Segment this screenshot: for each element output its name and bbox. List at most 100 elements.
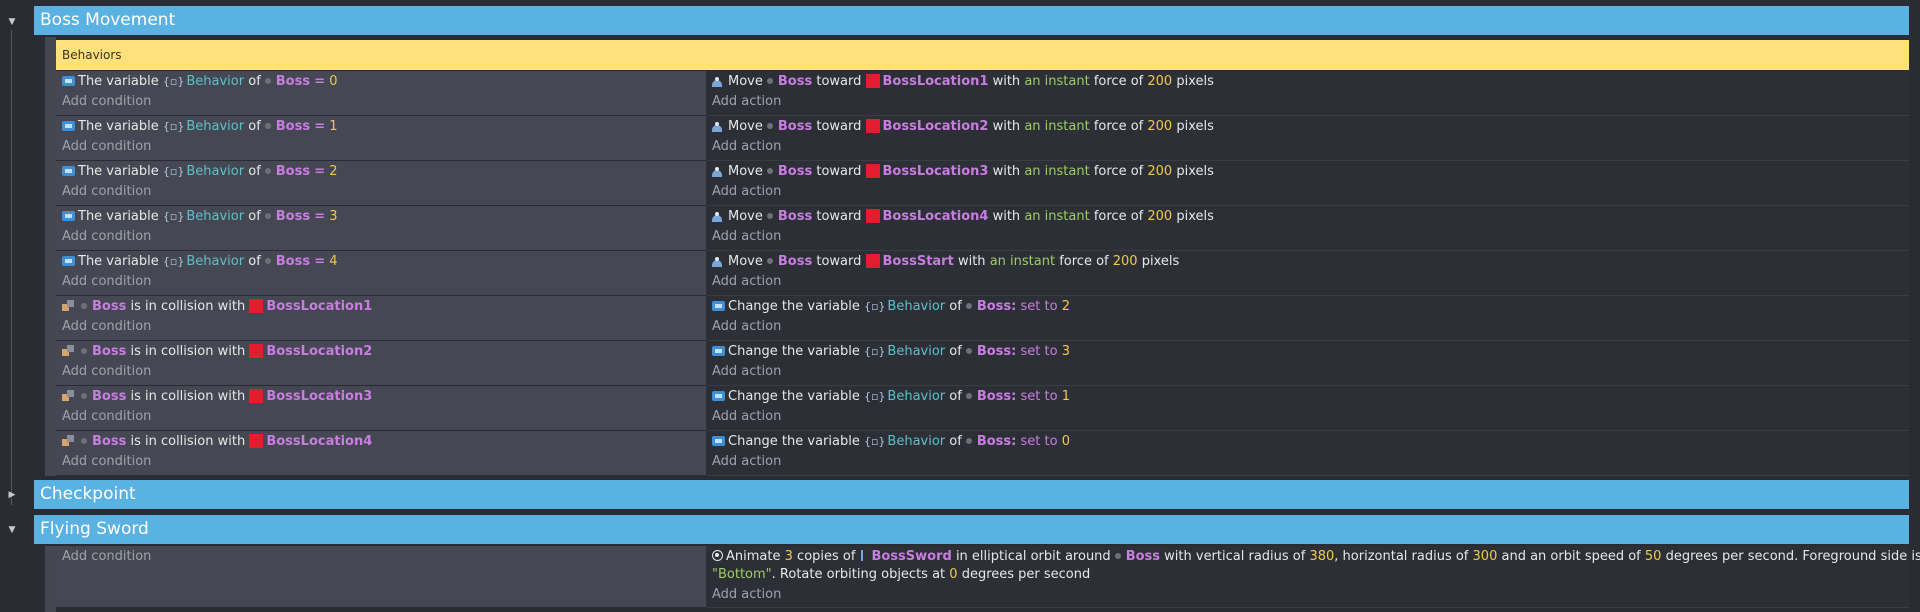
condition-column[interactable]: The variable {▫} Behavior of Boss = 1 Add …	[56, 116, 706, 161]
object-icon	[81, 392, 87, 399]
add-condition-link[interactable]: Add condition	[62, 548, 151, 566]
group-header-checkpoint[interactable]: Checkpoint	[34, 480, 1909, 509]
comment-row[interactable]: Behaviors	[56, 40, 1909, 70]
add-action-link[interactable]: Add action	[712, 273, 781, 291]
collapse-toggle-icon[interactable]: ▼	[5, 523, 19, 537]
event-row-variable[interactable]: The variable {▫} Behavior of Boss = 1 Add …	[56, 116, 1909, 161]
event-row-variable[interactable]: The variable {▫} Behavior of Boss = 3 Add …	[56, 206, 1909, 251]
variable-name: Behavior	[186, 74, 245, 89]
collapse-toggle-icon[interactable]: ▼	[5, 15, 19, 29]
add-action-link[interactable]: Add action	[712, 138, 781, 156]
condition-collision[interactable]: Boss is in collision with BossLocation4	[62, 433, 372, 451]
event-row-collision[interactable]: Boss is in collision with BossLocation2 …	[56, 341, 1909, 386]
condition-variable-compare[interactable]: The variable {▫} Behavior of Boss = 0	[62, 73, 338, 91]
add-action-link[interactable]: Add action	[712, 408, 781, 426]
variable-icon	[712, 435, 725, 446]
action-column[interactable]: Move Boss toward BossLocation1 with an in…	[706, 71, 1909, 116]
add-condition-link[interactable]: Add condition	[62, 273, 151, 291]
action-word: toward	[816, 209, 862, 224]
action-move-toward[interactable]: Move Boss toward BossLocation3 with an in…	[712, 163, 1214, 181]
action-column[interactable]: Move Boss toward BossLocation4 with an in…	[706, 206, 1909, 251]
object-name: Boss	[275, 74, 311, 89]
action-change-variable[interactable]: Change the variable {▫} Behavior of Boss: …	[712, 343, 1070, 361]
add-condition-link[interactable]: Add condition	[62, 183, 151, 201]
add-condition-link[interactable]: Add condition	[62, 453, 151, 471]
condition-column[interactable]: Boss is in collision with BossLocation3 …	[56, 386, 706, 431]
condition-column[interactable]: Boss is in collision with BossLocation4 …	[56, 431, 706, 476]
condition-column[interactable]: The variable {▫} Behavior of Boss = 4 Add …	[56, 251, 706, 296]
action-change-variable[interactable]: Change the variable {▫} Behavior of Boss: …	[712, 433, 1070, 451]
action-column[interactable]: Change the variable {▫} Behavior of Boss: …	[706, 386, 1909, 431]
event-row-collision[interactable]: Boss is in collision with BossLocation1 …	[56, 296, 1909, 341]
condition-column[interactable]: The variable {▫} Behavior of Boss = 3 Add …	[56, 206, 706, 251]
add-action-link[interactable]: Add action	[712, 363, 781, 381]
add-action-link[interactable]: Add action	[712, 183, 781, 201]
event-gutter	[45, 37, 56, 476]
add-action-link[interactable]: Add action	[712, 318, 781, 336]
add-condition-link[interactable]: Add condition	[62, 93, 151, 111]
condition-column[interactable]: Add condition	[56, 546, 706, 608]
action-move-toward[interactable]: Move Boss toward BossLocation1 with an in…	[712, 73, 1214, 91]
condition-column[interactable]: Boss is in collision with BossLocation1 …	[56, 296, 706, 341]
group-header-flying-sword[interactable]: Flying Sword	[34, 515, 1909, 544]
event-row-orbit[interactable]: Add condition Animate 3 copies of BossSwo…	[56, 546, 1920, 608]
event-row-collision[interactable]: Boss is in collision with BossLocation4 …	[56, 431, 1909, 476]
param-number: 200	[1147, 164, 1173, 179]
add-action-link[interactable]: Add action	[712, 93, 781, 111]
add-condition-link[interactable]: Add condition	[62, 363, 151, 381]
condition-column[interactable]: The variable {▫} Behavior of Boss = 0 Add …	[56, 71, 706, 116]
collision-icon	[62, 344, 74, 357]
variable-icon	[712, 300, 725, 311]
condition-word: is in collision with	[130, 389, 246, 404]
add-condition-link[interactable]: Add condition	[62, 408, 151, 426]
action-column[interactable]: Animate 3 copies of BossSword in elliptic…	[706, 546, 1920, 608]
object-name: Boss	[275, 254, 311, 269]
action-column[interactable]: Change the variable {▫} Behavior of Boss: …	[706, 431, 1909, 476]
condition-collision[interactable]: Boss is in collision with BossLocation3	[62, 388, 372, 406]
action-change-variable[interactable]: Change the variable {▫} Behavior of Boss: …	[712, 298, 1070, 316]
operator: =	[314, 119, 326, 134]
variable-icon	[62, 75, 75, 86]
add-condition-link[interactable]: Add condition	[62, 228, 151, 246]
add-action-link[interactable]: Add action	[712, 453, 781, 471]
event-row-collision[interactable]: Boss is in collision with BossLocation3 …	[56, 386, 1909, 431]
action-orbit[interactable]: Animate 3 copies of BossSword in elliptic…	[712, 548, 1920, 566]
condition-word: The variable	[78, 119, 159, 134]
condition-collision[interactable]: Boss is in collision with BossLocation2	[62, 343, 372, 361]
operator: set to	[1020, 389, 1058, 404]
action-move-toward[interactable]: Move Boss toward BossLocation2 with an in…	[712, 118, 1214, 136]
action-column[interactable]: Move Boss toward BossLocation3 with an in…	[706, 161, 1909, 206]
action-word: with	[992, 119, 1021, 134]
add-condition-link[interactable]: Add condition	[62, 138, 151, 156]
condition-column[interactable]: The variable {▫} Behavior of Boss = 2 Add …	[56, 161, 706, 206]
variable-name: Behavior	[186, 119, 245, 134]
object-sprite-icon	[249, 388, 264, 403]
add-action-link[interactable]: Add action	[712, 228, 781, 246]
variable-name: Behavior	[887, 299, 946, 314]
action-change-variable[interactable]: Change the variable {▫} Behavior of Boss: …	[712, 388, 1070, 406]
condition-variable-compare[interactable]: The variable {▫} Behavior of Boss = 4	[62, 253, 338, 271]
action-word: Move	[728, 164, 763, 179]
movement-icon	[712, 166, 724, 177]
event-row-variable[interactable]: The variable {▫} Behavior of Boss = 0 Add …	[56, 71, 1909, 116]
condition-variable-compare[interactable]: The variable {▫} Behavior of Boss = 2	[62, 163, 338, 181]
event-row-variable[interactable]: The variable {▫} Behavior of Boss = 2 Add …	[56, 161, 1909, 206]
add-action-link[interactable]: Add action	[712, 586, 781, 604]
action-word: and an orbit speed of	[1501, 549, 1641, 564]
condition-variable-compare[interactable]: The variable {▫} Behavior of Boss = 3	[62, 208, 338, 226]
action-orbit-cont[interactable]: "Bottom". Rotate orbiting objects at 0 d…	[712, 566, 1090, 584]
group-header-boss-movement[interactable]: Boss Movement	[34, 6, 1909, 35]
expand-toggle-icon[interactable]: ▶	[5, 488, 19, 502]
condition-column[interactable]: Boss is in collision with BossLocation2 …	[56, 341, 706, 386]
add-condition-link[interactable]: Add condition	[62, 318, 151, 336]
condition-collision[interactable]: Boss is in collision with BossLocation1	[62, 298, 372, 316]
action-column[interactable]: Change the variable {▫} Behavior of Boss: …	[706, 296, 1909, 341]
object-icon	[766, 122, 773, 129]
event-row-variable[interactable]: The variable {▫} Behavior of Boss = 4 Add …	[56, 251, 1909, 296]
action-column[interactable]: Move Boss toward BossStart with an instan…	[706, 251, 1909, 296]
action-move-toward[interactable]: Move Boss toward BossLocation4 with an in…	[712, 208, 1214, 226]
action-column[interactable]: Change the variable {▫} Behavior of Boss: …	[706, 341, 1909, 386]
action-column[interactable]: Move Boss toward BossLocation2 with an in…	[706, 116, 1909, 161]
action-move-toward[interactable]: Move Boss toward BossStart with an instan…	[712, 253, 1179, 271]
condition-variable-compare[interactable]: The variable {▫} Behavior of Boss = 1	[62, 118, 338, 136]
